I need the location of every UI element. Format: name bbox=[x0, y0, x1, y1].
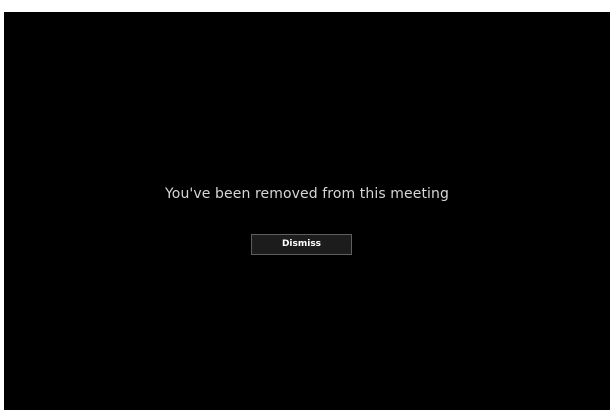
meeting-window: You've been removed from this meeting Di… bbox=[4, 12, 610, 410]
removed-message: You've been removed from this meeting bbox=[165, 186, 449, 202]
dismiss-button[interactable]: Dismiss bbox=[251, 234, 352, 255]
